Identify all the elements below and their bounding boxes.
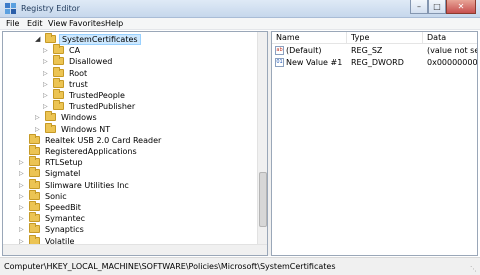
maximize-button[interactable]: □	[428, 0, 446, 14]
tree-item-label: Sigmatel	[45, 169, 81, 179]
value-name: (Default)	[286, 46, 322, 55]
minimize-button[interactable]: –	[410, 0, 428, 14]
window-title: Registry Editor	[21, 4, 80, 13]
tree-item-label: trust	[69, 79, 88, 89]
string-value-icon: ab	[275, 46, 284, 55]
tree-item-label: TrustedPublisher	[69, 102, 136, 112]
folder-icon	[29, 167, 40, 178]
close-button[interactable]: ✕	[446, 0, 476, 14]
menu-bar: File Edit View Favorites Help	[0, 18, 480, 30]
value-row[interactable]: 01 New Value #1 REG_DWORD 0x00000000 (0	[272, 57, 478, 68]
tree-item-label: Disallowed	[69, 57, 113, 67]
tree-item-label: Windows NT	[61, 124, 111, 134]
tree-item-label: Slimware Utilities Inc	[45, 180, 129, 190]
expand-arrow-icon[interactable]: ▷	[19, 224, 24, 235]
column-header-data[interactable]: Data	[423, 32, 477, 44]
tree-item-label: Synaptics	[45, 225, 84, 235]
folder-icon	[29, 189, 40, 200]
tree-item-label: Root	[69, 68, 88, 78]
expand-arrow-icon[interactable]: ▷	[43, 56, 48, 67]
tree-item-label: CA	[69, 46, 81, 56]
tree-item-label: SpeedBit	[45, 203, 81, 212]
folder-icon	[45, 111, 56, 122]
folder-icon	[53, 55, 64, 66]
expand-arrow-icon[interactable]: ▷	[35, 124, 40, 135]
tree-vertical-scrollbar[interactable]	[257, 32, 267, 245]
folder-icon	[53, 100, 64, 111]
folder-icon	[53, 89, 64, 99]
menu-help[interactable]: Help	[105, 19, 123, 28]
folder-icon	[29, 212, 40, 223]
resize-grip-icon[interactable]: ⋱	[470, 265, 478, 273]
value-name: New Value #1	[286, 58, 343, 67]
value-type: REG_SZ	[351, 46, 383, 55]
value-data: (value not set)	[427, 46, 477, 55]
tree-item-label: Sonic	[45, 191, 67, 201]
tree-item-label: Symantec	[45, 214, 86, 224]
tree-item-label: TrustedPeople	[69, 91, 125, 100]
column-header-type[interactable]: Type	[347, 32, 423, 44]
dword-value-icon: 01	[275, 58, 284, 67]
status-path: Computer\HKEY_LOCAL_MACHINE\SOFTWARE\Pol…	[4, 262, 336, 271]
folder-icon	[29, 201, 40, 211]
tree-item-label: Windows	[61, 113, 97, 123]
column-header-name[interactable]: Name	[272, 32, 347, 44]
value-data: 0x00000000 (0	[427, 58, 478, 67]
folder-icon	[29, 133, 40, 144]
expand-arrow-icon[interactable]: ▷	[19, 202, 24, 213]
expand-arrow-icon[interactable]: ▷	[43, 90, 48, 101]
expand-arrow-icon[interactable]: ▷	[19, 168, 24, 179]
value-type: REG_DWORD	[351, 58, 404, 67]
tree-item-label: RTLSetup	[45, 158, 83, 168]
collapse-arrow-icon[interactable]: ◢	[35, 34, 40, 45]
folder-icon	[29, 156, 40, 167]
tree-horizontal-scrollbar[interactable]	[3, 244, 267, 255]
expand-arrow-icon[interactable]: ▷	[43, 45, 48, 56]
expand-arrow-icon[interactable]: ▷	[35, 112, 40, 123]
registry-editor-icon	[5, 3, 16, 14]
expand-arrow-icon[interactable]: ▷	[19, 157, 24, 168]
menu-edit[interactable]: Edit	[27, 19, 43, 28]
caption-buttons: – □ ✕	[410, 0, 476, 15]
folder-icon	[53, 66, 64, 77]
menu-favorites[interactable]: Favorites	[69, 19, 105, 28]
menu-view[interactable]: View	[48, 19, 67, 28]
expand-arrow-icon[interactable]: ▷	[43, 79, 48, 90]
expand-arrow-icon[interactable]: ▷	[19, 213, 24, 224]
folder-icon	[45, 33, 56, 43]
folder-icon	[29, 223, 40, 234]
tree-item-label: Realtek USB 2.0 Card Reader	[45, 135, 162, 145]
folder-icon	[29, 178, 40, 189]
value-row[interactable]: ab (Default) REG_SZ (value not set)	[272, 45, 477, 56]
expand-arrow-icon[interactable]: ▷	[43, 68, 48, 79]
title-bar: Registry Editor – □ ✕	[0, 0, 480, 18]
expand-arrow-icon[interactable]: ▷	[19, 180, 24, 191]
expand-arrow-icon[interactable]: ▷	[19, 191, 24, 202]
tree-item-label: SystemCertificates	[59, 34, 141, 45]
folder-icon	[29, 145, 40, 155]
menu-file[interactable]: File	[6, 19, 19, 28]
folder-icon	[45, 122, 56, 133]
folder-icon	[53, 44, 64, 55]
status-bar: Computer\HKEY_LOCAL_MACHINE\SOFTWARE\Pol…	[0, 257, 480, 275]
folder-icon	[53, 77, 64, 88]
values-list[interactable]: Name Type Data ab (Default) REG_SZ (valu…	[271, 31, 478, 256]
tree-item-label: RegisteredApplications	[45, 147, 137, 156]
tree-scroll-thumb[interactable]	[259, 172, 267, 227]
registry-tree[interactable]: ◢ SystemCertificates ▷ CA ▷ Disallowed ▷ Root ▷ t…	[2, 31, 268, 256]
